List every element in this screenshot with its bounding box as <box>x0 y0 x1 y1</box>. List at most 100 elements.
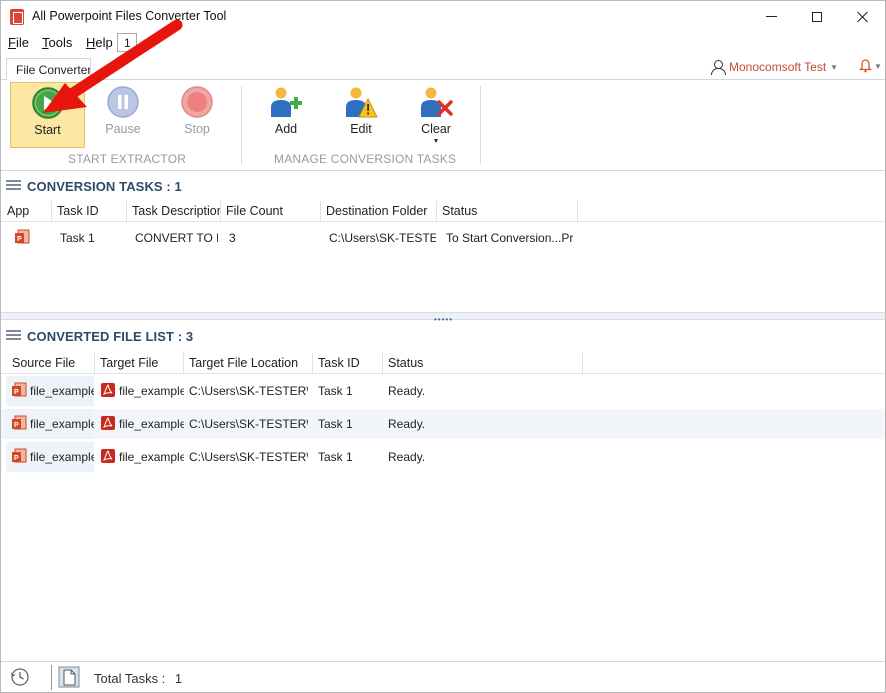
bell-icon <box>859 59 872 73</box>
column-header[interactable]: Target File Location <box>184 353 313 374</box>
app-logo-icon <box>10 9 24 25</box>
total-tasks-label: Total Tasks : <box>94 671 166 686</box>
row-target-location: C:\Users\SK-TESTER\D <box>189 417 308 431</box>
row-task-id: Task 1 <box>318 417 353 431</box>
group-label-extractor: START EXTRACTOR <box>68 152 187 166</box>
edit-button[interactable]: Edit <box>325 82 397 148</box>
svg-text:P: P <box>17 236 22 243</box>
column-header[interactable]: Task Description <box>127 201 221 222</box>
add-label: Add <box>274 122 298 136</box>
menu-badge[interactable]: 1 <box>117 33 137 52</box>
column-header[interactable]: Status <box>383 353 583 374</box>
conversion-tasks-title: CONVERSION TASKS : 1 <box>27 178 182 194</box>
conversion-tasks-header: CONVERSION TASKS : 1 <box>1 173 885 199</box>
chevron-down-icon: ▼ <box>874 61 882 71</box>
column-header[interactable]: App <box>2 201 52 222</box>
table-row[interactable]: Pfile_example file_example C:\Users\SK-TES… <box>1 442 885 472</box>
group-separator <box>480 86 481 164</box>
menu-tools[interactable]: Tools <box>42 35 72 50</box>
edit-label: Edit <box>350 122 372 136</box>
minimize-icon <box>765 16 777 17</box>
column-header[interactable]: Task ID <box>52 201 127 222</box>
row-target-file: file_example <box>95 442 184 472</box>
start-label: Start <box>34 123 61 137</box>
source-file-name: file_example <box>30 417 94 431</box>
powerpoint-icon: P <box>12 415 27 430</box>
user-name: Monocomsoft Test <box>729 60 827 74</box>
target-file-name: file_example <box>119 384 184 398</box>
menu-bar: File Tools Help 1 <box>1 32 885 53</box>
row-target-location: C:\Users\SK-TESTER\D <box>189 384 308 398</box>
edit-user-icon <box>346 87 378 118</box>
row-source-file: Pfile_example <box>6 409 94 439</box>
close-button[interactable] <box>840 1 886 32</box>
row-source-file: Pfile_example <box>6 376 94 406</box>
tab-file-converter[interactable]: File Converter <box>6 58 91 81</box>
row-target-file: file_example <box>95 376 184 406</box>
clear-button[interactable]: Clear ▼ <box>400 82 472 148</box>
row-task-id: Task 1 <box>60 231 95 245</box>
pdf-icon <box>101 416 115 430</box>
table-row[interactable]: P Task 1 CONVERT TO PI 3 C:\Users\SK-TES… <box>1 223 885 253</box>
row-task-id: Task 1 <box>318 384 353 398</box>
pause-button[interactable]: Pause <box>87 82 159 148</box>
play-icon <box>31 87 64 119</box>
pdf-icon <box>101 449 115 463</box>
menu-file[interactable]: File <box>8 35 29 50</box>
user-menu[interactable]: Monocomsoft Test ▼ <box>711 60 838 75</box>
ribbon-tab-row: File Converter Monocomsoft Test ▼ ▼ <box>1 53 885 81</box>
column-header[interactable]: File Count <box>221 201 321 222</box>
stop-icon <box>181 86 213 118</box>
pause-icon <box>107 86 139 118</box>
files-table-header: Source File Target File Target File Loca… <box>1 353 885 374</box>
list-icon <box>6 180 21 192</box>
column-header[interactable]: Target File <box>95 353 184 374</box>
ribbon: Start Pause Stop START EXTRACTOR Add Edi… <box>1 80 885 171</box>
clear-label: Clear <box>421 122 451 136</box>
source-file-name: file_example <box>30 450 94 464</box>
row-status: Ready. <box>388 417 426 431</box>
row-description: CONVERT TO PI <box>135 231 218 245</box>
group-label-manage: MANAGE CONVERSION TASKS <box>274 152 457 166</box>
title-bar: All Powerpoint Files Converter Tool <box>1 1 885 32</box>
group-separator <box>241 86 242 164</box>
history-icon[interactable] <box>10 667 30 687</box>
status-bar: Total Tasks : 1 <box>1 661 885 692</box>
tasks-table-header: App Task ID Task Description File Count … <box>1 201 885 222</box>
source-file-name: file_example <box>30 384 94 398</box>
table-row[interactable]: Pfile_example file_example C:\Users\SK-TES… <box>1 376 885 406</box>
close-icon <box>857 11 869 23</box>
column-header[interactable]: Status <box>437 201 578 222</box>
start-button[interactable]: Start <box>10 82 85 148</box>
row-source-file: Pfile_example <box>6 442 94 472</box>
status-separator <box>51 665 52 690</box>
chevron-down-icon: ▼ <box>432 138 440 145</box>
row-status: To Start Conversion...Pre <box>446 231 574 245</box>
user-icon <box>711 60 726 75</box>
app-window: All Powerpoint Files Converter Tool File… <box>0 0 886 693</box>
svg-text:P: P <box>14 389 19 396</box>
maximize-button[interactable] <box>794 1 840 32</box>
add-button[interactable]: Add <box>250 82 322 148</box>
powerpoint-icon: P <box>12 448 27 463</box>
table-row[interactable]: Pfile_example file_example C:\Users\SK-TES… <box>1 409 885 439</box>
column-header[interactable]: Task ID <box>313 353 383 374</box>
stop-label: Stop <box>184 122 210 136</box>
row-destination: C:\Users\SK-TESTER <box>329 231 436 245</box>
column-header[interactable]: Destination Folder <box>321 201 437 222</box>
total-tasks: Total Tasks : 1 <box>94 671 182 686</box>
stop-button[interactable]: Stop <box>161 82 233 148</box>
minimize-button[interactable] <box>748 1 794 32</box>
list-icon <box>6 330 21 342</box>
row-app-cell: P <box>9 223 49 253</box>
panel-splitter[interactable]: ••••• <box>1 312 885 324</box>
powerpoint-icon: P <box>12 382 27 397</box>
powerpoint-icon: P <box>15 229 30 244</box>
add-user-icon <box>271 87 302 117</box>
row-status: Ready. <box>388 450 426 464</box>
window-title: All Powerpoint Files Converter Tool <box>32 9 227 23</box>
notifications-button[interactable]: ▼ <box>859 59 882 73</box>
svg-text:P: P <box>14 422 19 429</box>
column-header[interactable]: Source File <box>7 353 95 374</box>
menu-help[interactable]: Help <box>86 35 113 50</box>
